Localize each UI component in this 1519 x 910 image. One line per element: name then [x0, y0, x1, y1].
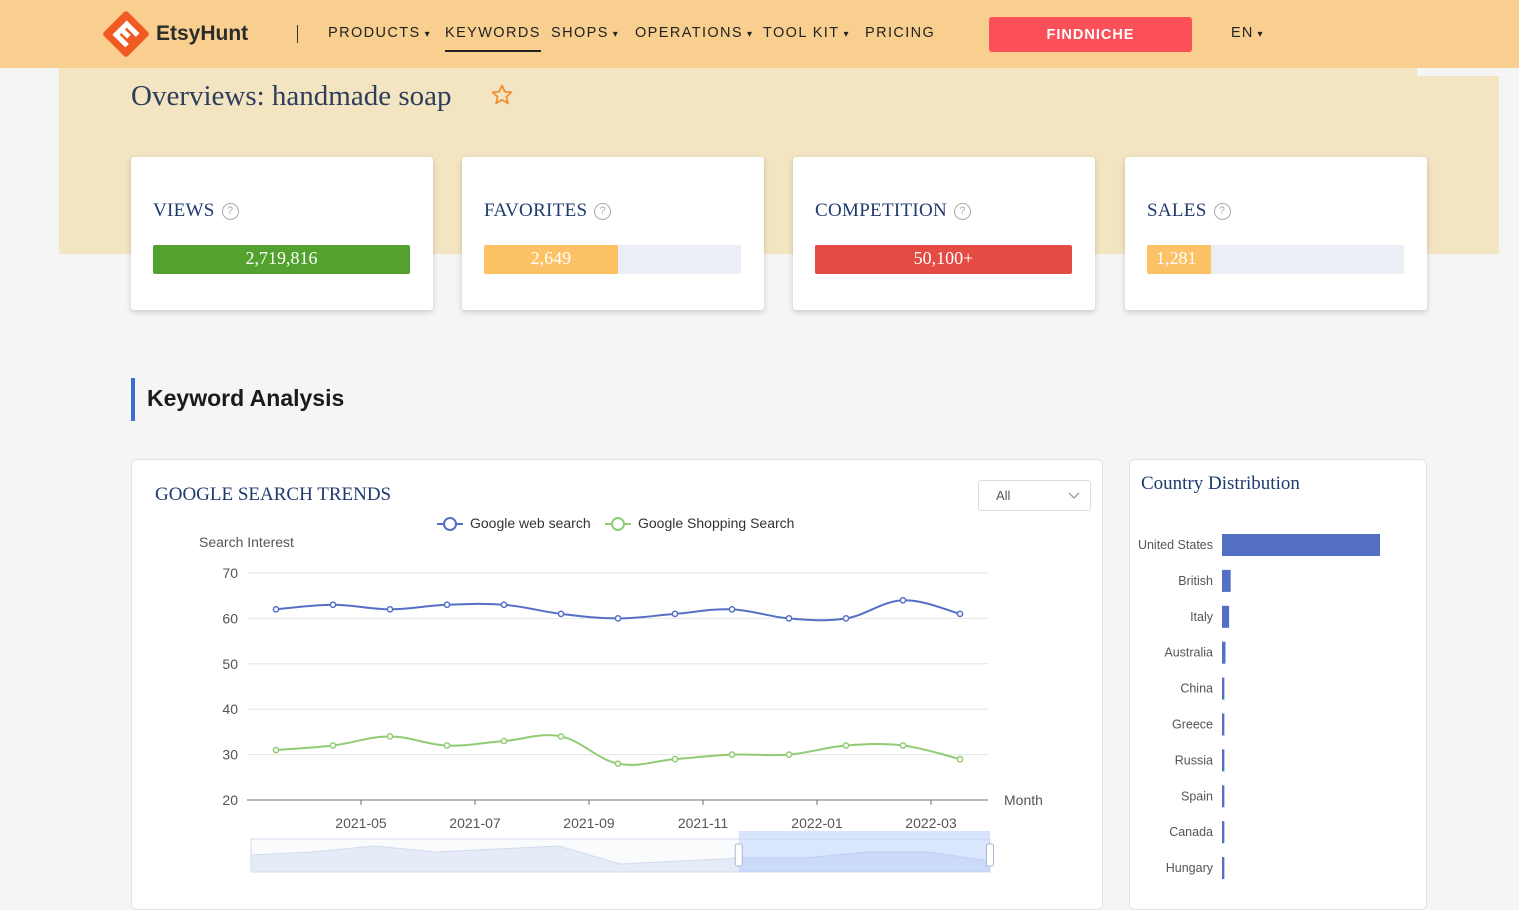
- star-outline-icon[interactable]: [490, 83, 514, 107]
- nav-item-label: TOOL KIT: [763, 25, 840, 41]
- metric-value: 50,100+: [913, 248, 974, 268]
- metric-bar-track: 50,100+: [815, 245, 1072, 274]
- chevron-down-icon: ▾: [612, 29, 620, 40]
- chevron-down-icon: ▾: [424, 29, 431, 40]
- banner-notch: [1417, 68, 1499, 76]
- metric-label: VIEWS: [153, 200, 215, 221]
- help-icon[interactable]: ?: [1213, 202, 1231, 220]
- metric-card-views: VIEWS? 2,719,816: [131, 157, 433, 310]
- section-accent-bar: [131, 378, 135, 421]
- metric-label-wrap: SALES?: [1147, 200, 1231, 222]
- metric-card-favorites: FAVORITES? 2,649: [462, 157, 764, 310]
- metric-label: FAVORITES: [484, 200, 588, 221]
- metric-label: SALES: [1147, 200, 1207, 221]
- chevron-down-icon: [1068, 492, 1080, 499]
- nav-item-operations[interactable]: OPERATIONS ▾: [635, 25, 753, 41]
- metric-card-sales: SALES? 1,281: [1125, 157, 1427, 310]
- metric-value: 2,719,816: [245, 248, 318, 268]
- logo-icon: [103, 11, 149, 57]
- nav-item-tool-kit[interactable]: TOOL KIT ▾: [763, 25, 850, 41]
- search-trends-title: GOOGLE SEARCH TRENDS: [155, 484, 392, 505]
- section-title: Keyword Analysis: [147, 385, 345, 411]
- help-icon[interactable]: ?: [594, 202, 612, 220]
- nav-item-pricing[interactable]: PRICING: [865, 25, 935, 41]
- nav-item-products[interactable]: PRODUCTS ▾: [328, 25, 431, 41]
- language-label: EN: [1231, 25, 1254, 41]
- help-icon[interactable]: ?: [954, 202, 972, 220]
- metric-label-wrap: VIEWS?: [153, 200, 239, 222]
- nav-item-label: PRICING: [865, 25, 936, 41]
- nav-item-keywords[interactable]: KEYWORDS: [445, 25, 541, 52]
- nav-divider: [297, 25, 298, 43]
- nav-item-shops[interactable]: SHOPS ▾: [551, 25, 619, 41]
- search-trends-panel: [131, 459, 1103, 910]
- country-title: Country Distribution: [1141, 473, 1300, 494]
- metric-label: COMPETITION: [815, 200, 948, 221]
- nav-item-label: SHOPS: [551, 25, 609, 41]
- chevron-down-icon: ▾: [1257, 29, 1264, 40]
- nav-item-label: KEYWORDS: [445, 25, 541, 41]
- metric-bar-track: 2,649: [484, 245, 741, 274]
- metric-label-wrap: FAVORITES?: [484, 200, 612, 222]
- page-title: Overviews: handmade soap: [131, 80, 452, 112]
- findniche-button[interactable]: FINDNICHE: [989, 17, 1192, 52]
- chevron-down-icon: ▾: [747, 29, 754, 40]
- country-panel: [1129, 459, 1427, 910]
- metric-bar-track: 2,719,816: [153, 245, 410, 274]
- top-nav: EtsyHunt PRODUCTS ▾ KEYWORDS SHOPS ▾ OPERA…: [0, 0, 1519, 68]
- logo-text: EtsyHunt: [156, 22, 249, 45]
- help-icon[interactable]: ?: [221, 202, 239, 220]
- logo[interactable]: EtsyHunt: [100, 8, 248, 60]
- metric-label-wrap: COMPETITION?: [815, 200, 972, 222]
- chevron-down-icon: ▾: [843, 29, 850, 40]
- period-select[interactable]: All: [978, 480, 1091, 511]
- metric-value: 2,649: [530, 248, 572, 268]
- metric-card-competition: COMPETITION? 50,100+: [793, 157, 1095, 310]
- nav-item-label: PRODUCTS: [328, 25, 421, 41]
- metric-bar-track: 1,281: [1147, 245, 1404, 274]
- nav-item-label: OPERATIONS: [635, 25, 743, 41]
- period-select-value: All: [996, 488, 1011, 503]
- metric-value: 1,281: [1156, 248, 1197, 268]
- language-selector[interactable]: EN ▾: [1231, 25, 1264, 41]
